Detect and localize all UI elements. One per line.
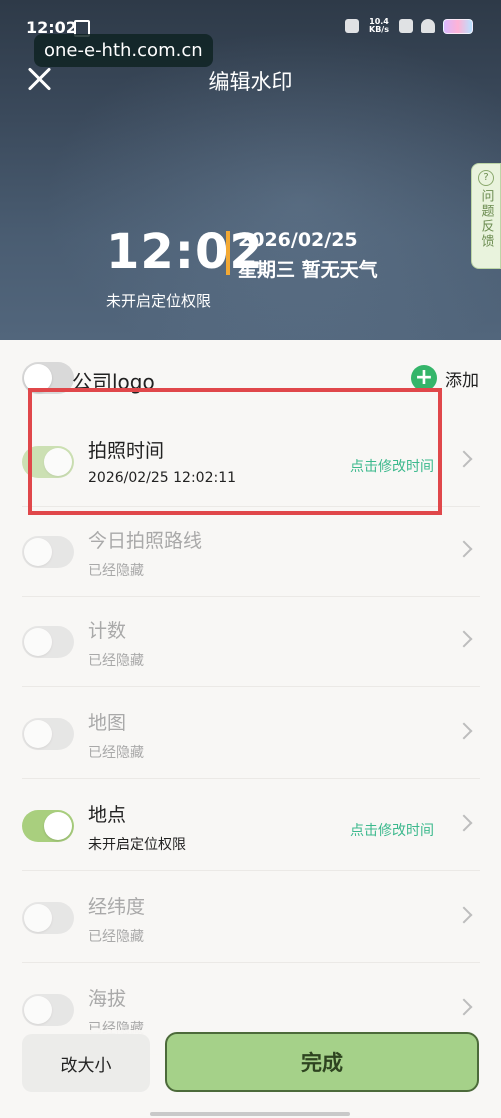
item-title: 拍照时间	[88, 440, 165, 462]
add-label: 添加	[445, 370, 479, 391]
route-toggle[interactable]	[22, 536, 74, 568]
status-icons: 10.4 KB/s	[345, 18, 473, 34]
item-subtitle: 2026/02/25 12:02:11	[88, 470, 237, 486]
list-item-coordinates[interactable]: 经纬度 已经隐藏	[22, 872, 480, 963]
home-indicator[interactable]	[150, 1112, 350, 1116]
altitude-toggle[interactable]	[22, 994, 74, 1026]
chevron-right-icon	[455, 906, 473, 924]
list-item-count[interactable]: 计数 已经隐藏	[22, 596, 480, 687]
feedback-label: 问题反馈	[478, 189, 494, 249]
map-toggle[interactable]	[22, 718, 74, 750]
site-watermark: one-e-hth.com.cn	[34, 34, 213, 67]
plus-icon: +	[411, 365, 437, 391]
feedback-tab[interactable]: ? 问题反馈	[471, 163, 501, 269]
chevron-right-icon	[455, 540, 473, 558]
watermark-location: 未开启定位权限	[106, 292, 212, 310]
watermark-date: 2026/02/25	[238, 229, 358, 251]
wifi-icon	[421, 19, 435, 33]
mute-icon	[345, 19, 359, 33]
coordinates-toggle[interactable]	[22, 902, 74, 934]
resize-button[interactable]: 改大小	[22, 1034, 150, 1092]
item-title: 今日拍照路线	[88, 530, 203, 552]
item-title: 海拔	[88, 988, 127, 1010]
location-toggle[interactable]	[22, 810, 74, 842]
item-title: 计数	[88, 620, 127, 642]
watermark-divider	[226, 231, 230, 275]
item-subtitle: 已经隐藏	[88, 563, 144, 579]
sim-icon	[399, 19, 413, 33]
chevron-right-icon	[455, 630, 473, 648]
chevron-right-icon	[455, 450, 473, 468]
count-toggle[interactable]	[22, 626, 74, 658]
item-subtitle: 已经隐藏	[88, 929, 144, 945]
watermark-preview-area: 12:02 10.4 KB/s one-e-hth.com.cn 编辑水印 12…	[0, 0, 501, 340]
photo-time-toggle[interactable]	[22, 446, 74, 478]
page-title: 编辑水印	[208, 70, 293, 94]
network-speed: 10.4 KB/s	[369, 17, 389, 34]
item-title: 经纬度	[88, 896, 146, 918]
settings-sheet: 公司logo + 添加 拍照时间 2026/02/25 12:02:11 点击修…	[0, 340, 501, 1118]
list-item-map[interactable]: 地图 已经隐藏	[22, 688, 480, 779]
chevron-right-icon	[455, 814, 473, 832]
help-icon: ?	[478, 170, 494, 186]
watermark-weekday-weather: 星期三 暂无天气	[238, 259, 378, 281]
company-logo-label: 公司logo	[72, 370, 155, 394]
battery-icon	[443, 18, 473, 34]
list-item-route[interactable]: 今日拍照路线 已经隐藏	[22, 506, 480, 597]
item-subtitle: 已经隐藏	[88, 653, 144, 669]
list-item-location[interactable]: 地点 未开启定位权限 点击修改时间	[22, 780, 480, 871]
item-subtitle: 未开启定位权限	[88, 837, 186, 853]
item-title: 地点	[88, 804, 127, 826]
list-item-photo-time[interactable]: 拍照时间 2026/02/25 12:02:11 点击修改时间	[22, 416, 480, 507]
company-logo-toggle[interactable]	[22, 362, 74, 394]
edit-location-link[interactable]: 点击修改时间	[350, 820, 434, 840]
edit-time-link[interactable]: 点击修改时间	[350, 456, 434, 476]
item-subtitle: 已经隐藏	[88, 745, 144, 761]
chevron-right-icon	[455, 998, 473, 1016]
chevron-right-icon	[455, 722, 473, 740]
bottom-action-bar: 改大小 完成	[0, 1030, 501, 1118]
done-button[interactable]: 完成	[165, 1032, 479, 1092]
add-logo-button[interactable]: + 添加	[411, 365, 479, 391]
item-title: 地图	[88, 712, 127, 734]
company-logo-row: 公司logo + 添加	[0, 340, 501, 416]
